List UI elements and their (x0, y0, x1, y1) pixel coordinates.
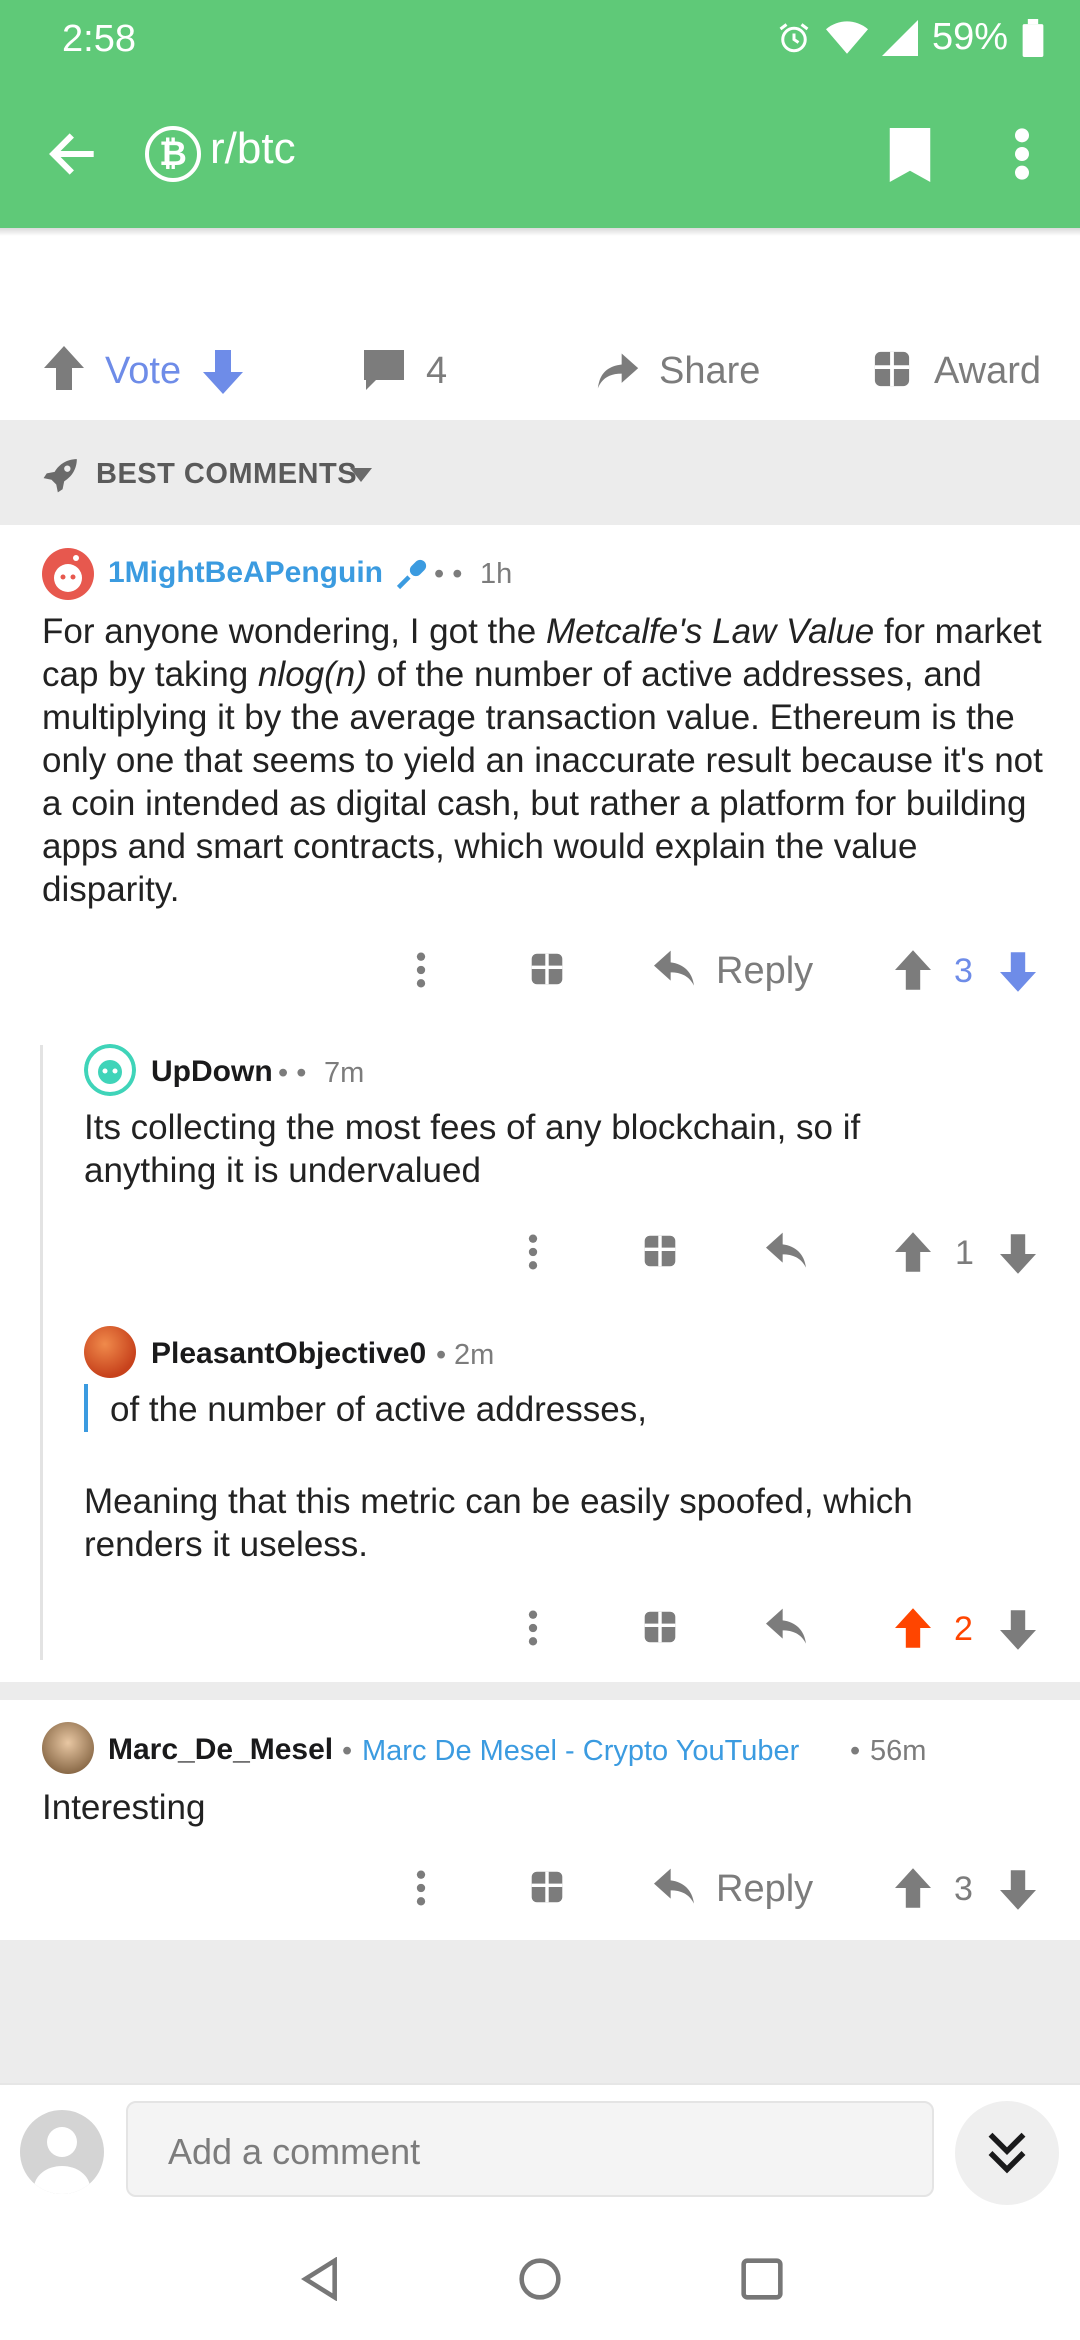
comment-author[interactable]: Marc_De_Mesel (108, 1733, 333, 1767)
share-label[interactable]: Share (659, 350, 760, 393)
header-shadow (0, 228, 1080, 236)
comment-time: 7m (324, 1057, 365, 1089)
comment-score: 3 (954, 1870, 973, 1908)
award-gift-icon[interactable] (530, 952, 564, 986)
alarm-icon (779, 22, 809, 52)
award-gift-icon[interactable] (643, 1234, 677, 1268)
bookmark-icon[interactable] (886, 128, 934, 182)
comment-composer-bar: Add a comment (0, 2083, 1080, 2340)
more-options-icon[interactable] (522, 1232, 544, 1272)
avatar[interactable] (42, 1722, 94, 1774)
jump-to-bottom-button[interactable] (955, 2101, 1059, 2205)
downvote-icon[interactable] (1000, 1870, 1036, 1910)
comment-icon[interactable] (364, 350, 404, 390)
nav-back-icon[interactable] (298, 2257, 342, 2301)
comment-score: 2 (954, 1610, 973, 1648)
comment-separator (0, 1682, 1080, 1700)
comment-meta-separator: • (850, 1735, 861, 1767)
upvote-icon[interactable] (895, 950, 931, 990)
add-comment-input[interactable]: Add a comment (126, 2101, 934, 2197)
user-avatar[interactable] (20, 2110, 104, 2194)
comment-time: 1h (480, 558, 513, 590)
sort-bar[interactable]: BEST COMMENTS (0, 420, 1080, 525)
comment-body: Its collecting the most fees of any bloc… (84, 1108, 861, 1190)
comment-author[interactable]: UpDown (151, 1055, 273, 1089)
subreddit-icon: ₿ (145, 126, 201, 182)
comment-body: Meaning that this metric can be easily s… (84, 1482, 913, 1564)
battery-percent: 59% (931, 16, 1008, 58)
comment-meta-separator: • (436, 1339, 447, 1371)
battery-icon (1022, 18, 1044, 57)
nav-home-icon[interactable] (518, 2257, 562, 2301)
reply-icon[interactable] (654, 950, 694, 988)
app-header: 2:58 59% ₿ r/btc (0, 0, 1080, 228)
award-gift-icon[interactable] (530, 1870, 564, 1904)
comment-author[interactable]: PleasantObjective0 (151, 1337, 426, 1371)
chevron-down-icon (350, 468, 372, 482)
share-icon[interactable] (596, 348, 640, 392)
quote-bar (84, 1384, 88, 1432)
comment-meta-separator: • • (434, 558, 463, 590)
rocket-icon (43, 459, 77, 493)
comment-body: Interesting (42, 1788, 206, 1827)
award-gift-icon[interactable] (643, 1610, 677, 1644)
downvote-icon[interactable] (203, 350, 243, 394)
avatar[interactable] (84, 1326, 136, 1378)
empty-area (0, 1940, 1080, 2083)
reply-icon[interactable] (654, 1868, 694, 1906)
upvote-icon[interactable] (44, 346, 84, 390)
comment-meta-separator: • • (278, 1057, 307, 1089)
upvote-icon[interactable] (895, 1868, 931, 1908)
snoo-avatar-icon (54, 555, 82, 592)
status-icons: 59% (776, 16, 1044, 59)
comment-time: 2m (454, 1339, 495, 1371)
downvote-icon[interactable] (1000, 952, 1036, 992)
more-options-icon[interactable] (410, 950, 432, 990)
award-label[interactable]: Award (934, 350, 1041, 393)
subreddit-title[interactable]: r/btc (210, 124, 296, 174)
reply-icon[interactable] (766, 1608, 806, 1646)
reply-label[interactable]: Reply (716, 1868, 813, 1911)
snoo-avatar-icon (84, 1044, 136, 1096)
quoted-text: of the number of active addresses, (110, 1390, 647, 1429)
status-time: 2:58 (62, 18, 136, 60)
wifi-icon (825, 20, 868, 54)
comment-author[interactable]: 1MightBeAPenguin (108, 556, 383, 590)
upvote-icon[interactable] (895, 1608, 931, 1648)
reply-icon[interactable] (766, 1232, 806, 1270)
comment-count: 4 (426, 350, 448, 392)
user-flair: Marc De Mesel - Crypto YouTuber (362, 1735, 800, 1767)
user-silhouette-icon (34, 2127, 90, 2194)
comment-score: 3 (954, 952, 973, 990)
thread-line[interactable] (40, 1045, 43, 1660)
post-action-bar: Vote 4 Share Award (0, 330, 1080, 420)
mic-icon (396, 559, 427, 590)
signal-icon (881, 19, 918, 56)
double-chevron-down-icon (988, 2132, 1026, 2174)
comment-meta-separator: • (342, 1735, 353, 1767)
more-options-icon[interactable] (522, 1608, 544, 1648)
reply-label[interactable]: Reply (716, 950, 813, 993)
upvote-icon[interactable] (895, 1232, 931, 1272)
avatar[interactable] (42, 548, 94, 600)
nav-recents-icon[interactable] (740, 2257, 784, 2301)
avatar[interactable] (84, 1044, 136, 1096)
more-options-icon[interactable] (1008, 126, 1036, 182)
downvote-icon[interactable] (1000, 1234, 1036, 1274)
comment-body: For anyone wondering, I got the Metcalfe… (42, 612, 1043, 909)
sort-label: BEST COMMENTS (96, 458, 358, 490)
more-options-icon[interactable] (410, 1868, 432, 1908)
downvote-icon[interactable] (1000, 1610, 1036, 1650)
award-gift-icon[interactable] (873, 350, 911, 388)
comment-score: 1 (955, 1234, 974, 1272)
comment-time: 56m (870, 1735, 927, 1767)
vote-label: Vote (105, 350, 182, 392)
back-arrow-icon[interactable] (44, 126, 100, 182)
